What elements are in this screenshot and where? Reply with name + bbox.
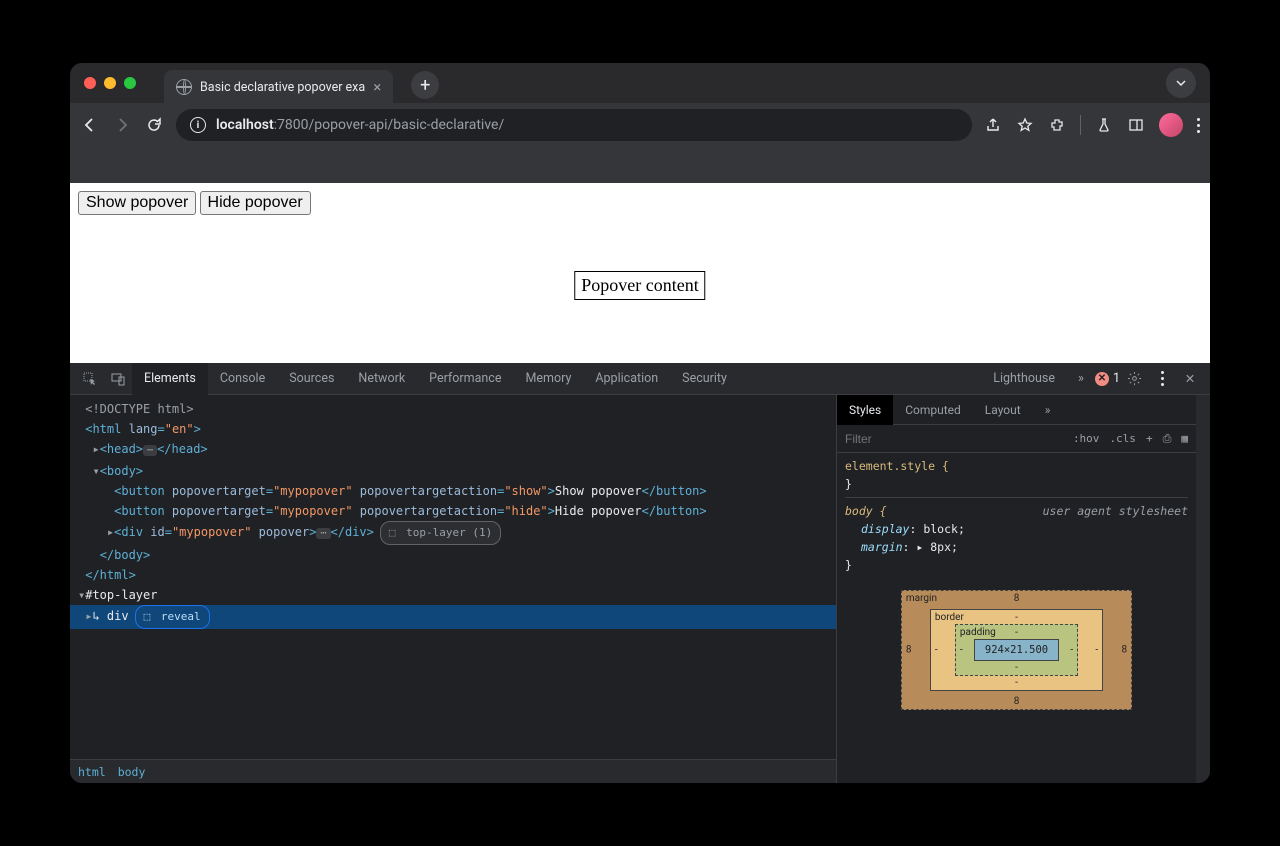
window-controls — [84, 77, 136, 89]
selected-dom-node[interactable]: ▸↳ div⬚ reveal — [70, 605, 836, 629]
devtools-tabs: Elements Console Sources Network Perform… — [70, 363, 1210, 395]
forward-button[interactable] — [112, 115, 132, 135]
globe-icon — [176, 79, 192, 95]
tab-styles[interactable]: Styles — [837, 395, 893, 425]
tab-memory[interactable]: Memory — [513, 363, 583, 395]
url-text: localhost:7800/popover-api/basic-declara… — [216, 117, 504, 133]
tab-security[interactable]: Security — [670, 363, 739, 395]
settings-icon[interactable] — [1120, 363, 1148, 395]
tab-computed[interactable]: Computed — [893, 395, 973, 425]
tab-application[interactable]: Application — [583, 363, 670, 395]
styles-panel: Styles Computed Layout » :hov .cls + ⎙ ▦… — [836, 395, 1196, 783]
tab-lighthouse[interactable]: Lighthouse — [981, 363, 1067, 395]
grid-icon[interactable]: ▦ — [1181, 432, 1188, 445]
tab-elements[interactable]: Elements — [132, 363, 208, 395]
tab-console[interactable]: Console — [208, 363, 277, 395]
menu-button[interactable] — [1197, 118, 1200, 133]
browser-window: Basic declarative popover exa × + i loca… — [70, 63, 1210, 783]
styles-filter-bar: :hov .cls + ⎙ ▦ — [837, 425, 1196, 453]
toolbar-gap — [70, 147, 1210, 183]
devtools-menu-icon[interactable] — [1148, 363, 1176, 395]
hov-button[interactable]: :hov — [1073, 432, 1100, 445]
titlebar: Basic declarative popover exa × + — [70, 63, 1210, 103]
tab-overflow-button[interactable] — [1166, 68, 1196, 98]
scrollbar[interactable] — [1196, 395, 1210, 783]
url-toolbar: i localhost:7800/popover-api/basic-decla… — [70, 103, 1210, 147]
site-info-icon[interactable]: i — [190, 117, 206, 133]
top-layer-badge[interactable]: ⬚ top-layer (1) — [380, 521, 501, 545]
print-icon[interactable]: ⎙ — [1163, 432, 1172, 446]
more-styles-tabs-icon[interactable]: » — [1033, 395, 1063, 425]
tab-layout[interactable]: Layout — [973, 395, 1033, 425]
tab-network[interactable]: Network — [346, 363, 417, 395]
breadcrumb-html[interactable]: html — [78, 765, 106, 779]
new-rule-icon[interactable]: + — [1146, 432, 1153, 445]
address-bar[interactable]: i localhost:7800/popover-api/basic-decla… — [176, 109, 972, 141]
cls-button[interactable]: .cls — [1109, 432, 1136, 445]
bookmark-icon[interactable] — [1016, 116, 1034, 134]
styles-tabs: Styles Computed Layout » — [837, 395, 1196, 425]
page-viewport: Show popover Hide popover Popover conten… — [70, 183, 1210, 363]
elements-tree[interactable]: <!DOCTYPE html> <html lang="en"> ▸<head>… — [70, 395, 836, 759]
error-badge[interactable]: ✕1 — [1095, 371, 1120, 386]
inspect-icon[interactable] — [76, 363, 104, 395]
reload-button[interactable] — [144, 115, 164, 135]
device-toggle-icon[interactable] — [104, 363, 132, 395]
devtools-body: <!DOCTYPE html> <html lang="en"> ▸<head>… — [70, 395, 1210, 783]
new-tab-button[interactable]: + — [411, 71, 439, 99]
hide-popover-button[interactable]: Hide popover — [200, 191, 311, 215]
share-icon[interactable] — [984, 116, 1002, 134]
close-icon[interactable] — [84, 77, 96, 89]
minimize-icon[interactable] — [104, 77, 116, 89]
reveal-badge[interactable]: ⬚ reveal — [135, 605, 210, 629]
maximize-icon[interactable] — [124, 77, 136, 89]
popover-content: Popover content — [574, 271, 705, 300]
tab-performance[interactable]: Performance — [417, 363, 513, 395]
dom-breadcrumb: html body — [70, 759, 836, 783]
styles-filter-input[interactable] — [845, 432, 1063, 446]
show-popover-button[interactable]: Show popover — [78, 191, 196, 215]
tab-title: Basic declarative popover exa — [200, 80, 365, 95]
divider — [1080, 115, 1081, 135]
devtools-panel: Elements Console Sources Network Perform… — [70, 363, 1210, 783]
profile-avatar[interactable] — [1159, 113, 1183, 137]
labs-icon[interactable] — [1095, 116, 1113, 134]
back-button[interactable] — [80, 115, 100, 135]
toolbar-actions — [984, 113, 1200, 137]
styles-rules[interactable]: element.style { } body {user agent style… — [837, 453, 1196, 578]
close-tab-icon[interactable]: × — [373, 78, 381, 96]
close-devtools-icon[interactable]: ✕ — [1176, 363, 1204, 395]
panel-icon[interactable] — [1127, 116, 1145, 134]
tab-sources[interactable]: Sources — [277, 363, 346, 395]
box-model[interactable]: margin 8 8 8 8 border - - - - padding — [837, 578, 1196, 722]
extensions-icon[interactable] — [1048, 116, 1066, 134]
breadcrumb-body[interactable]: body — [118, 765, 146, 779]
more-tabs-icon[interactable]: » — [1067, 363, 1095, 395]
browser-tab[interactable]: Basic declarative popover exa × — [164, 70, 393, 104]
